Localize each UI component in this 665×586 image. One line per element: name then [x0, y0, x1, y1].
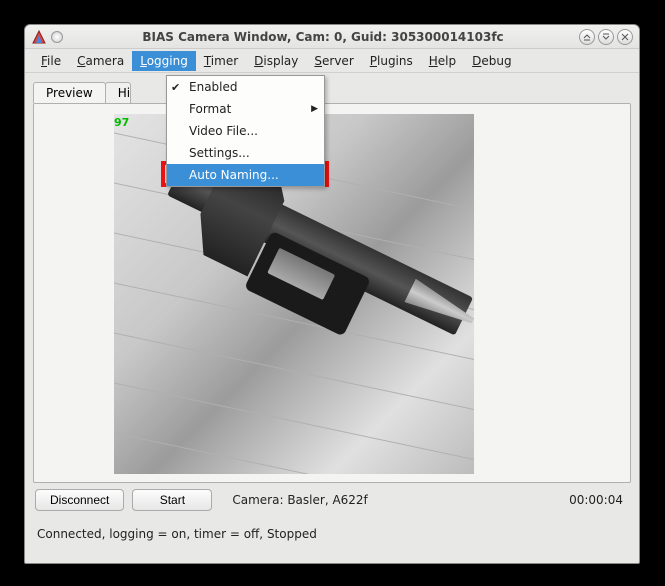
tab-histogram[interactable]: His: [105, 82, 131, 103]
menu-server[interactable]: Server: [306, 51, 361, 71]
menu-timer[interactable]: Timer: [196, 51, 246, 71]
menu-help[interactable]: Help: [421, 51, 464, 71]
bottom-toolbar: Disconnect Start Camera: Basler, A622f 0…: [33, 483, 631, 517]
window-title: BIAS Camera Window, Cam: 0, Guid: 305300…: [67, 30, 579, 44]
menu-item-format[interactable]: Format ▶: [167, 98, 324, 120]
menu-debug[interactable]: Debug: [464, 51, 519, 71]
menu-file[interactable]: File: [33, 51, 69, 71]
menu-item-auto-naming[interactable]: Auto Naming...: [167, 164, 324, 186]
client-area: Preview His 97: [25, 73, 639, 551]
minimize-button[interactable]: [579, 29, 595, 45]
menu-display[interactable]: Display: [246, 51, 306, 71]
close-button[interactable]: [617, 29, 633, 45]
fps-overlay: 97: [114, 116, 134, 129]
tab-preview[interactable]: Preview: [33, 82, 106, 103]
menu-plugins[interactable]: Plugins: [362, 51, 421, 71]
application-window: BIAS Camera Window, Cam: 0, Guid: 305300…: [24, 24, 640, 564]
status-bar: Connected, logging = on, timer = off, St…: [33, 517, 631, 547]
preview-panel: 97: [33, 103, 631, 483]
window-controls: [579, 29, 633, 45]
menu-item-settings[interactable]: Settings...: [167, 142, 324, 164]
start-button[interactable]: Start: [132, 489, 212, 511]
logging-dropdown: ✔ Enabled Format ▶ Video File... Setting…: [166, 75, 325, 187]
menubar: File Camera Logging Timer Display Server…: [25, 49, 639, 73]
titlebar[interactable]: BIAS Camera Window, Cam: 0, Guid: 305300…: [25, 25, 639, 49]
disconnect-button[interactable]: Disconnect: [35, 489, 124, 511]
submenu-arrow-icon: ▶: [311, 104, 318, 114]
app-icon: [31, 29, 47, 45]
tabs-row: Preview His: [33, 81, 631, 103]
maximize-button[interactable]: [598, 29, 614, 45]
window-pin-icon[interactable]: [51, 31, 63, 43]
check-icon: ✔: [171, 81, 180, 94]
menu-item-enabled[interactable]: ✔ Enabled: [167, 76, 324, 98]
menu-item-video-file[interactable]: Video File...: [167, 120, 324, 142]
menu-logging[interactable]: Logging: [132, 51, 196, 71]
menu-camera[interactable]: Camera: [69, 51, 132, 71]
camera-info-label: Camera: Basler, A622f: [232, 493, 367, 507]
elapsed-time-label: 00:00:04: [569, 493, 629, 507]
